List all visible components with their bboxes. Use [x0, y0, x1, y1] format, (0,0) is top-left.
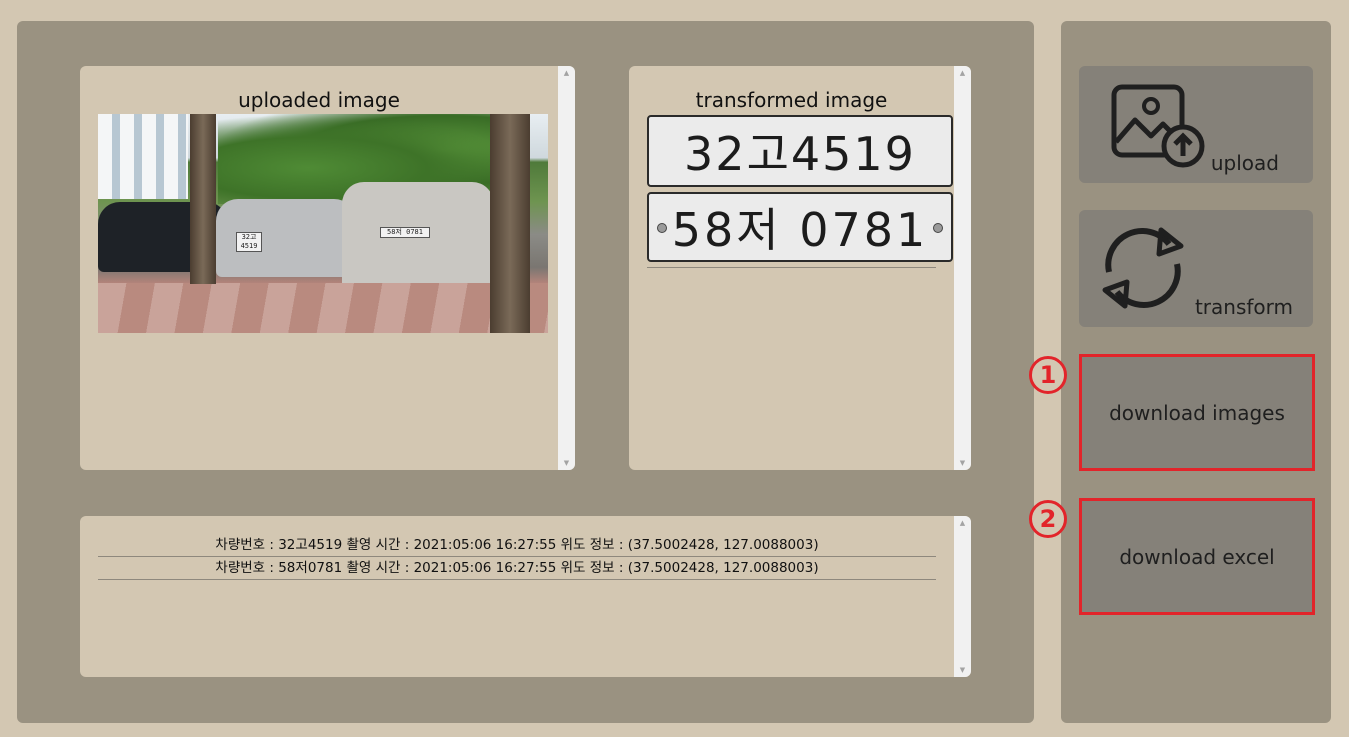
result-row: 차량번호 : 58저0781 촬영 시간 : 2021:05:06 16:27:…: [98, 557, 936, 580]
scroll-up-icon[interactable]: ▲: [954, 516, 971, 530]
download-images-label: download images: [1109, 400, 1285, 425]
download-excel-button[interactable]: download excel: [1079, 498, 1315, 615]
plate-image-2: 58저 0781: [647, 192, 953, 262]
marker-2-badge: 2: [1029, 500, 1067, 538]
plate-bolt-icon: [933, 223, 943, 233]
scroll-down-icon[interactable]: ▼: [954, 456, 971, 470]
tree-trunk-left: [190, 114, 216, 284]
download-excel-label: download excel: [1119, 544, 1275, 569]
results-box: 차량번호 : 32고4519 촬영 시간 : 2021:05:06 16:27:…: [80, 516, 971, 677]
photo-plate-2: 58저 0781: [380, 227, 430, 238]
transform-label: transform: [1194, 295, 1293, 319]
transform-button[interactable]: transform: [1079, 210, 1313, 327]
upload-label: upload: [1210, 151, 1279, 175]
result-row: 차량번호 : 32고4519 촬영 시간 : 2021:05:06 16:27:…: [98, 534, 936, 557]
scroll-up-icon[interactable]: ▲: [558, 66, 575, 80]
transformed-scrollbar[interactable]: ▲ ▼: [954, 66, 971, 470]
image-upload-icon: [1111, 84, 1205, 168]
uploaded-photo: 32고4519 58저 0781: [98, 114, 548, 333]
marker-1-badge: 1: [1029, 356, 1067, 394]
photo-plate-1: 32고4519: [236, 232, 262, 252]
scroll-up-icon[interactable]: ▲: [954, 66, 971, 80]
uploaded-scrollbar[interactable]: ▲ ▼: [558, 66, 575, 470]
plate-text-2: 58저 0781: [671, 203, 929, 257]
tree-trunk-right: [490, 114, 530, 333]
plate-text-1: 32고4519: [684, 127, 916, 181]
download-images-button[interactable]: download images: [1079, 354, 1315, 471]
results-scrollbar[interactable]: ▲ ▼: [954, 516, 971, 677]
refresh-icon: [1102, 227, 1184, 309]
uploaded-image-box: uploaded image 32고4519 58저 0781 ▲ ▼: [80, 66, 575, 470]
upload-button[interactable]: upload: [1079, 66, 1313, 183]
transformed-image-box: transformed image 32고4519 58저 0781 ▲ ▼: [629, 66, 971, 470]
plate-bolt-icon: [657, 223, 667, 233]
scroll-down-icon[interactable]: ▼: [558, 456, 575, 470]
transformed-image-title: transformed image: [695, 88, 888, 112]
divider: [647, 267, 936, 268]
plate-image-1: 32고4519: [647, 115, 953, 187]
uploaded-image-title: uploaded image: [238, 88, 400, 112]
scroll-down-icon[interactable]: ▼: [954, 663, 971, 677]
